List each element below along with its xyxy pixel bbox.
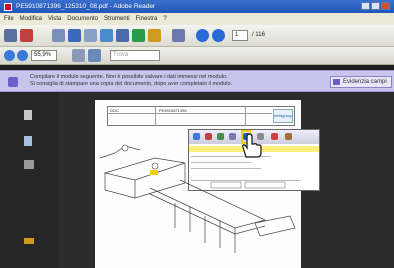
zoom-out-icon[interactable] — [116, 29, 129, 42]
hand-tool-icon[interactable] — [52, 29, 65, 42]
navigation-pane — [0, 92, 58, 268]
menu-bar: File Modifica Vista Documento Strumenti … — [0, 13, 394, 25]
form-notice-message: Compilare il modulo seguente. Non è poss… — [30, 74, 330, 88]
conveyor-leg — [174, 203, 236, 253]
zoom-minus-icon[interactable] — [4, 50, 15, 61]
menu-document[interactable]: Documento — [67, 16, 98, 22]
main-toolbar: 1 / 116 — [0, 25, 394, 47]
header-column-divider — [155, 106, 156, 126]
form-icon — [8, 77, 18, 87]
page-number-input[interactable]: 1 — [232, 30, 248, 41]
callout-box — [210, 181, 242, 189]
company-logo: weldgroup — [273, 109, 293, 123]
secondary-toolbar: 55,9% Trova — [0, 47, 394, 65]
print-icon[interactable] — [4, 29, 17, 42]
form-notice-bar: Compilare il modulo seguente. Non è poss… — [0, 70, 394, 92]
header-divider — [107, 113, 272, 114]
comments-icon[interactable] — [24, 238, 34, 244]
header-label: DOC — [110, 108, 119, 113]
menu-window[interactable]: Finestra — [136, 16, 158, 22]
form-notice-line2: Si consiglia di stampare una copia del d… — [30, 81, 233, 87]
rotate-icon[interactable] — [148, 29, 161, 42]
previous-page-icon[interactable] — [196, 29, 209, 42]
next-page-icon[interactable] — [212, 29, 225, 42]
header-column-divider — [245, 106, 246, 126]
menu-file[interactable]: File — [4, 16, 14, 22]
header-value: PE5910871396 — [159, 108, 187, 113]
email-icon[interactable] — [20, 29, 33, 42]
bookmarks-icon[interactable] — [24, 136, 32, 146]
continuous-page-icon[interactable] — [88, 49, 101, 62]
technical-drawing — [99, 144, 296, 253]
page-header-box — [107, 106, 295, 126]
callout-circle — [121, 144, 129, 152]
minimize-button[interactable] — [361, 2, 370, 10]
zoom-in-icon[interactable] — [100, 29, 113, 42]
snapshot-icon[interactable] — [84, 29, 97, 42]
select-tool-icon[interactable] — [68, 29, 81, 42]
callout-box — [244, 181, 286, 189]
machine-part — [103, 157, 186, 181]
menu-tools[interactable]: Strumenti — [104, 16, 130, 22]
fit-page-icon[interactable] — [132, 29, 145, 42]
highlight-fields-button[interactable]: Evidenzia campi — [330, 76, 392, 88]
callout-circle — [151, 162, 159, 170]
menu-view[interactable]: Vista — [48, 16, 61, 22]
zoom-plus-icon[interactable] — [17, 50, 28, 61]
zoom-level-select[interactable]: 55,9% — [31, 50, 57, 61]
highlight-marker — [150, 170, 158, 175]
attachments-icon[interactable] — [24, 160, 34, 169]
machine-part — [254, 215, 296, 237]
form-notice-line1: Compilare il modulo seguente. Non è poss… — [30, 74, 228, 80]
window-title: PE5910871396_125310_08.pdf - Adobe Reade… — [16, 3, 156, 10]
conveyor-frame — [149, 193, 266, 235]
adobe-reader-icon — [4, 2, 12, 11]
maximize-button[interactable] — [371, 2, 380, 10]
menu-edit[interactable]: Modifica — [20, 16, 42, 22]
menu-help[interactable]: ? — [163, 16, 166, 22]
find-input[interactable]: Trova — [110, 50, 160, 61]
single-page-icon[interactable] — [72, 49, 85, 62]
hand-cursor-icon — [242, 133, 262, 158]
pages-icon[interactable] — [24, 110, 32, 120]
close-button[interactable] — [381, 2, 390, 10]
title-bar: PE5910871396_125310_08.pdf - Adobe Reade… — [0, 0, 394, 13]
page-total: / 116 — [252, 32, 265, 38]
search-icon[interactable] — [172, 29, 185, 42]
leader-line — [99, 152, 116, 159]
